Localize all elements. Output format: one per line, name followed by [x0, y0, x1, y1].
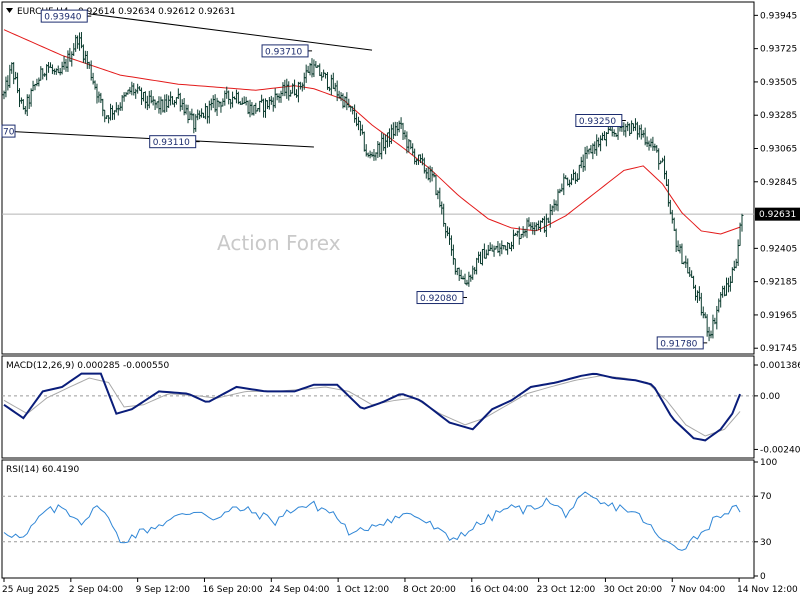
price-y-axis: 0.93945 0.93725 0.93505 0.93285 0.93065 0.928… [754, 11, 797, 354]
macd-tick-label: -0.002405 [760, 445, 800, 455]
swing-label: 0.93710 [261, 44, 313, 58]
price-tick-label: 0.93505 [760, 78, 797, 88]
macd-panel: MACD(12,26,9) 0.000285 -0.000550 0.00138… [1, 355, 800, 459]
price-tick-label: 0.93945 [760, 11, 797, 21]
swing-label: 0.93110 [149, 135, 200, 149]
price-tick-label: 0.91745 [760, 344, 797, 354]
time-tick-label: 7 Nov 04:00 [670, 585, 725, 595]
time-tick-label: 14 Nov 12:00 [737, 585, 798, 595]
time-tick-label: 16 Sep 20:00 [202, 585, 262, 595]
macd-tick-label: 0.001386 [760, 361, 800, 371]
price-tick-label: 0.93065 [760, 144, 797, 154]
rsi-tick-label: 100 [760, 458, 777, 468]
rsi-tick-label: 0 [760, 572, 766, 582]
swing-label-text: 0.93250 [579, 117, 616, 127]
price-tick-label: 0.92845 [760, 178, 797, 188]
time-tick-label: 9 Sep 12:00 [136, 585, 191, 595]
macd-tick-label: 0.00 [760, 392, 780, 402]
watermark: Action Forex [217, 231, 341, 255]
swing-label: 0.91780 [656, 336, 708, 350]
chart-header: EURCHF,H4 0.92614 0.92634 0.92612 0.9263… [6, 7, 235, 17]
price-tick-label: 0.93285 [760, 111, 797, 121]
edge-label: 70 [1, 124, 16, 138]
price-tick-label: 0.91965 [760, 311, 797, 321]
time-tick-label: 2 Sep 04:00 [69, 585, 124, 595]
swing-label-text: 0.93110 [153, 138, 190, 148]
rsi-title: RSI(14) 60.4190 [6, 465, 79, 475]
time-tick-label: 16 Oct 04:00 [470, 585, 529, 595]
time-tick-label: 24 Sep 04:00 [269, 585, 329, 595]
price-panel: 0.93945 0.93725 0.93505 0.93285 0.93065 0.928… [1, 1, 800, 355]
macd-y-axis: 0.001386 0.00 -0.002405 [754, 361, 800, 455]
price-tick-label: 0.92185 [760, 278, 797, 288]
time-tick-label: 8 Oct 20:00 [403, 585, 456, 595]
time-axis: 25 Aug 2025 2 Sep 04:00 9 Sep 12:00 16 Sep … [2, 578, 798, 595]
price-tick-label: 0.92405 [760, 244, 797, 254]
time-tick-label: 23 Oct 12:00 [537, 585, 596, 595]
time-tick-label: 25 Aug 2025 [2, 585, 60, 595]
rsi-y-axis: 100 70 30 0 [754, 458, 777, 582]
time-tick-label: 1 Oct 12:00 [336, 585, 389, 595]
rsi-panel-frame [1, 459, 755, 579]
price-panel-frame [1, 1, 755, 355]
swing-label-text: 0.93940 [44, 13, 81, 23]
rsi-tick-label: 30 [760, 538, 772, 548]
rsi-tick-label: 70 [760, 492, 772, 502]
current-price-tag: 0.92631 [755, 207, 800, 221]
current-price-tag-text: 0.92631 [759, 210, 796, 220]
macd-title: MACD(12,26,9) 0.000285 -0.000550 [6, 361, 169, 371]
chart-canvas: 0.93945 0.93725 0.93505 0.93285 0.93065 0.928… [1, 1, 800, 595]
time-tick-label: 30 Oct 20:00 [603, 585, 662, 595]
swing-label: 0.93250 [575, 114, 626, 128]
swing-label: 0.93940 [40, 9, 92, 23]
swing-label: 0.92080 [416, 291, 468, 305]
swing-label-text: 0.91780 [660, 339, 697, 349]
swing-label-text: 0.92080 [420, 294, 457, 304]
price-tick-label: 0.93725 [760, 45, 797, 55]
edge-label-text: 70 [3, 128, 15, 138]
rsi-panel: RSI(14) 60.4190 100 70 30 0 [1, 458, 777, 582]
swing-label-text: 0.93710 [265, 47, 302, 57]
